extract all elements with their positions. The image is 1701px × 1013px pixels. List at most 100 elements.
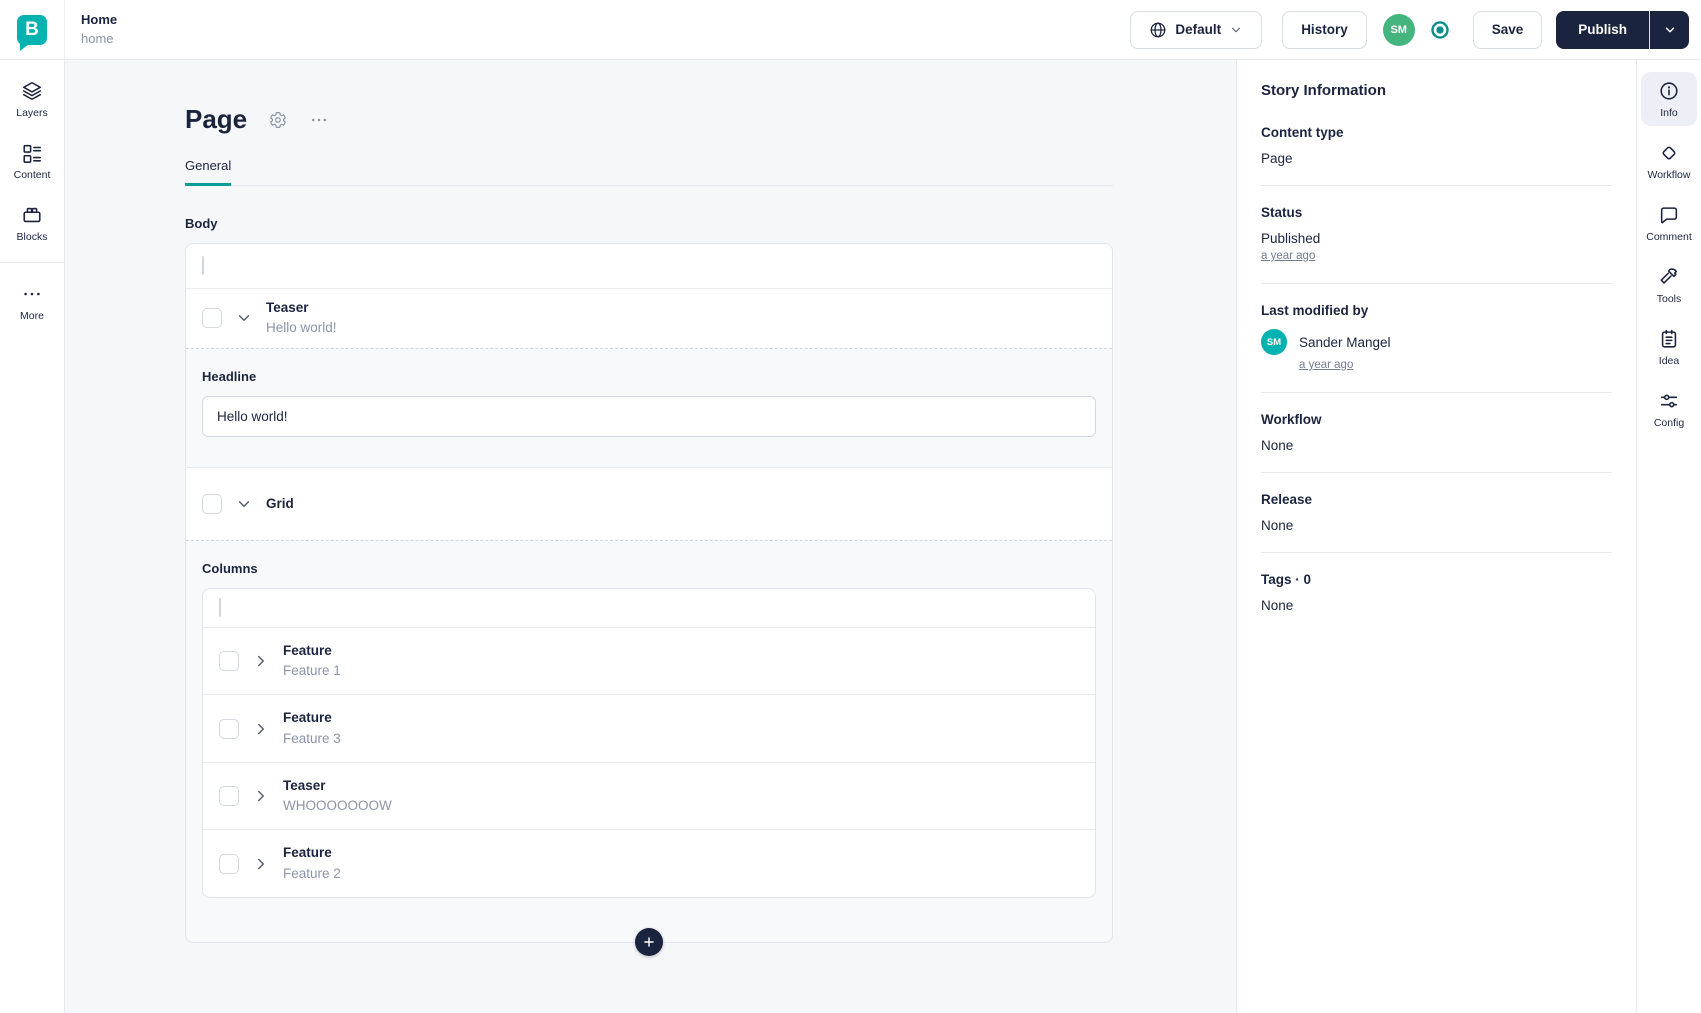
panel-tab-comment[interactable]: Comment — [1641, 196, 1697, 250]
panel-tab-label: Comment — [1646, 231, 1692, 243]
language-selector-label: Default — [1175, 22, 1222, 37]
ellipsis-icon — [312, 118, 327, 121]
publish-button[interactable]: Publish — [1556, 11, 1649, 49]
teaser-expanded-panel: Headline — [186, 347, 1112, 467]
idea-notepad-icon — [1661, 329, 1677, 348]
content-type-settings-button[interactable] — [269, 111, 287, 129]
panel-tab-workflow[interactable]: Workflow — [1641, 134, 1697, 188]
panel-tab-info[interactable]: Info — [1641, 72, 1697, 126]
chevron-down-icon[interactable] — [235, 495, 253, 513]
body-field-label: Body — [185, 216, 218, 231]
language-selector-button[interactable]: Default — [1130, 10, 1263, 49]
user-avatar[interactable]: SM — [1382, 13, 1415, 46]
publish-options-button[interactable] — [1649, 10, 1689, 49]
block-row-teaser[interactable]: Teaser Hello world! — [186, 289, 1112, 348]
modified-time-link[interactable]: a year ago — [1299, 359, 1353, 371]
panel-tab-idea[interactable]: Idea — [1641, 320, 1697, 374]
block-checkbox[interactable] — [202, 308, 222, 329]
history-button-label: History — [1301, 22, 1348, 37]
app-window: B Home home Default History SM Save Publ… — [0, 0, 1701, 1013]
history-button[interactable]: History — [1282, 10, 1367, 49]
block-text: Feature Feature 1 — [283, 641, 341, 682]
block-checkbox[interactable] — [219, 853, 239, 874]
headline-input[interactable] — [202, 395, 1096, 437]
content-type-value: Page — [1261, 151, 1293, 166]
sidebar-item-label: More — [20, 310, 44, 322]
gear-icon — [270, 111, 286, 128]
panel-divider — [1261, 552, 1612, 553]
panel-divider — [1261, 185, 1612, 186]
panel-divider — [1261, 283, 1612, 284]
column-row-teaser[interactable]: Teaser WHOOOOOOOW — [203, 763, 1095, 831]
sidebar-item-content[interactable]: Content — [4, 134, 60, 188]
blocks-icon — [23, 207, 41, 223]
add-block-button[interactable] — [635, 927, 663, 956]
block-checkbox[interactable] — [219, 651, 239, 671]
block-row-grid[interactable]: Grid — [186, 466, 1112, 540]
workflow-section: Workflow None — [1261, 412, 1612, 453]
select-all-checkbox[interactable] — [219, 597, 221, 617]
modifier-name: Sander Mangel — [1299, 334, 1391, 350]
publish-split-button: Publish — [1556, 10, 1689, 49]
chevron-down-icon[interactable] — [235, 309, 253, 327]
column-row-feature-3[interactable]: Feature Feature 3 — [203, 695, 1095, 763]
block-subtitle: Hello world! — [266, 320, 337, 336]
block-subtitle: Feature 2 — [283, 865, 341, 881]
block-text: Feature Feature 3 — [283, 708, 341, 749]
panel-tab-config[interactable]: Config — [1641, 382, 1697, 436]
preview-target-icon[interactable] — [1429, 19, 1451, 41]
block-checkbox[interactable] — [219, 718, 239, 739]
block-text: Grid — [266, 494, 294, 514]
block-text: Teaser WHOOOOOOOW — [283, 776, 392, 817]
panel-tab-label: Idea — [1658, 355, 1680, 367]
status-time-link[interactable]: a year ago — [1261, 250, 1315, 262]
story-panel-title: Story Information — [1261, 82, 1387, 99]
last-modified-label: Last modified by — [1261, 303, 1369, 318]
tags-section: Tags · 0 None — [1261, 572, 1612, 613]
chevron-right-icon[interactable] — [252, 720, 270, 738]
sidebar-item-more[interactable]: More — [4, 275, 60, 329]
breadcrumb-slug: home — [81, 30, 114, 46]
tools-hammer-icon — [1660, 268, 1678, 284]
block-title: Teaser — [266, 300, 309, 315]
last-modified-user-row: SM Sander Mangel — [1261, 329, 1612, 355]
logo-cell: B — [0, 0, 65, 59]
panel-divider — [1261, 392, 1612, 393]
select-all-checkbox[interactable] — [202, 256, 204, 275]
body-blocks-card: Teaser Hello world! Headline Grid — [185, 243, 1113, 956]
storyblok-logo-icon[interactable]: B — [17, 14, 47, 51]
content-type-label: Content type — [1261, 125, 1344, 140]
chevron-right-icon[interactable] — [252, 652, 270, 670]
save-button[interactable]: Save — [1472, 10, 1543, 49]
panel-tab-tools[interactable]: Tools — [1641, 258, 1697, 312]
block-text: Teaser Hello world! — [266, 298, 337, 339]
page-more-options-button[interactable] — [309, 110, 329, 130]
sidebar-item-label: Layers — [16, 107, 48, 119]
block-text: Feature Feature 2 — [283, 843, 341, 884]
modifier-avatar: SM — [1261, 329, 1287, 355]
block-subtitle: Feature 1 — [283, 663, 341, 678]
panel-tab-label: Config — [1653, 417, 1685, 429]
tags-value: None — [1261, 598, 1294, 613]
chevron-down-icon — [1232, 27, 1241, 32]
block-title: Feature — [283, 710, 332, 726]
column-row-feature-2[interactable]: Feature Feature 2 — [203, 830, 1095, 897]
columns-card: Feature Feature 1 Feature Feature 3 Teas… — [202, 587, 1096, 898]
sidebar-item-blocks[interactable]: Blocks — [4, 196, 60, 250]
chevron-down-icon — [1665, 27, 1674, 32]
more-dots-icon — [24, 292, 40, 296]
globe-icon — [1151, 22, 1166, 37]
top-bar: B Home home Default History SM Save Publ… — [0, 0, 1701, 60]
chevron-right-icon[interactable] — [252, 787, 270, 805]
chevron-right-icon[interactable] — [252, 855, 270, 873]
sidebar-item-layers[interactable]: Layers — [4, 72, 60, 126]
last-modified-section: Last modified by SM Sander Mangel a year… — [1261, 303, 1612, 373]
panel-divider — [1261, 472, 1612, 473]
config-sliders-icon — [1660, 394, 1678, 408]
block-checkbox[interactable] — [202, 493, 222, 514]
column-row-feature-1[interactable]: Feature Feature 1 — [203, 628, 1095, 696]
block-checkbox[interactable] — [219, 786, 239, 806]
breadcrumb[interactable]: Home home — [81, 11, 117, 49]
tab-general[interactable]: General — [185, 158, 232, 186]
layers-icon — [22, 81, 42, 101]
